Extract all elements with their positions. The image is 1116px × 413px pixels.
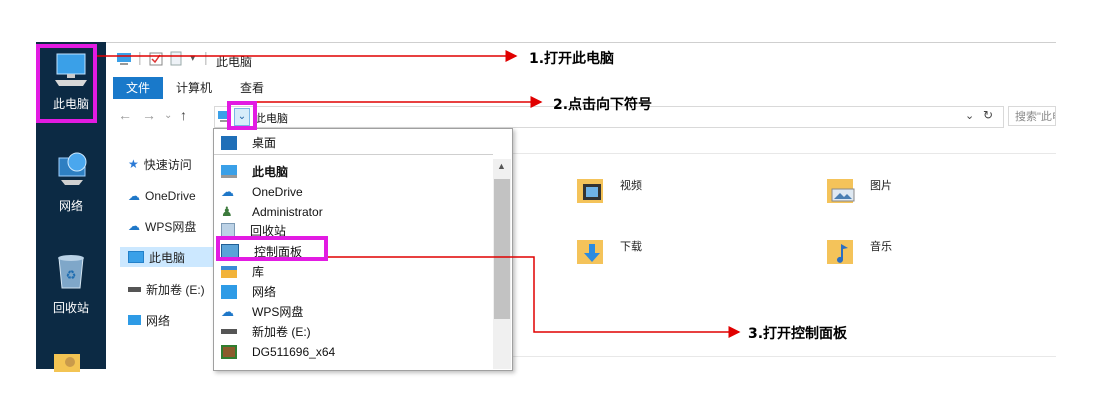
annotation-step2: 2.点击向下符号 (553, 97, 653, 113)
annotation-step1: 1.打开此电脑 (529, 51, 615, 67)
arrow-step3 (328, 256, 741, 338)
annotation-step3: 3.打开控制面板 (748, 326, 848, 342)
